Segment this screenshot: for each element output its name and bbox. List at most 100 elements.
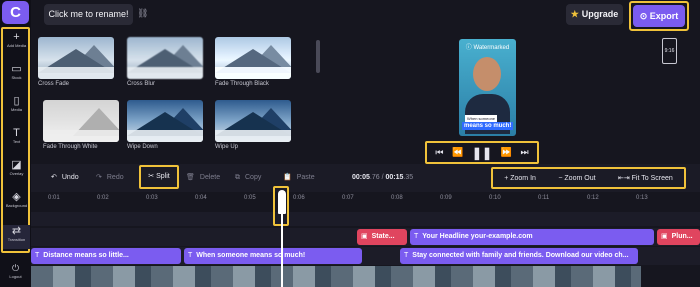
transition-thumbnail [215, 100, 291, 142]
clip-image-icon: ▣ [361, 233, 368, 240]
left-rail: C + Add Media ▭ Stock ▯ Media T Text ◪ O… [0, 0, 31, 287]
sidebar-item-label: Overlay [9, 171, 24, 176]
sidebar-item-label: Background [5, 203, 28, 208]
pause-icon[interactable]: ❚❚ [472, 146, 492, 160]
fit-to-screen-button[interactable]: ⇤⇥ Fit To Screen [618, 174, 673, 182]
delete-button[interactable]: 🗑 Delete [186, 164, 220, 192]
transition-tile-cross-blur[interactable]: Cross Blur [127, 37, 203, 87]
sidebar-item-media[interactable]: ▯ Media [3, 95, 30, 113]
redo-button[interactable]: ↷ Redo [96, 164, 124, 192]
sidebar-item-add-media[interactable]: + Add Media [3, 31, 30, 49]
clip-label: When someone means so much! [196, 252, 306, 259]
skip-to-start-icon[interactable]: ⏮ [435, 147, 443, 158]
playhead-line [281, 212, 283, 287]
undo-button[interactable]: ↶ Undo [51, 164, 79, 192]
sidebar-item-label: Transition [7, 237, 26, 242]
transition-thumbnail [215, 37, 291, 79]
watermark-label: ⓘ Watermarked [461, 42, 514, 51]
transition-thumbnail [38, 37, 114, 79]
scissors-icon: ✂ [148, 173, 157, 180]
upgrade-button[interactable]: ★ Upgrade [566, 4, 623, 25]
transition-tile-wipe-down[interactable]: Wipe Down [127, 100, 203, 150]
sidebar-item-text[interactable]: T Text [3, 127, 30, 145]
fast-forward-icon[interactable]: ⏩ [501, 147, 512, 158]
aspect-ratio-button[interactable]: 9:16 [662, 38, 677, 64]
ruler-tick: 0:12 [587, 195, 599, 201]
text-icon: T [188, 252, 193, 259]
star-icon: ★ [570, 9, 579, 19]
ruler-tick: 0:03 [146, 195, 158, 201]
video-preview[interactable]: ⓘ Watermarked When someone means so much… [459, 39, 516, 136]
transition-name: Wipe Up [215, 144, 239, 150]
zoom-out-button[interactable]: − Zoom Out [558, 175, 595, 182]
sidebar-item-transition[interactable]: ⇄ Transition [3, 225, 30, 249]
zoom-out-label: Zoom Out [564, 174, 596, 182]
text-icon: T [13, 127, 20, 139]
transition-thumbnail [43, 100, 119, 142]
skip-to-end-icon[interactable]: ⏭ [521, 147, 529, 158]
clip-label: State... [371, 233, 395, 240]
transition-tile-wipe-up[interactable]: Wipe Up [215, 100, 291, 150]
export-label: Export [649, 11, 679, 21]
transition-thumbnail [127, 100, 203, 142]
transition-tile-fade-through-black[interactable]: Fade Through Black [215, 37, 291, 87]
text-icon: T [35, 252, 40, 259]
undo-icon: ↶ [51, 174, 57, 181]
timeline-clip[interactable]: T Stay connected with family and friends.… [400, 248, 638, 264]
timeline-clip[interactable]: T Distance means so little... [31, 248, 181, 264]
timeline-clip[interactable]: T Your Headline your-example.com [410, 229, 654, 245]
library-scrollbar[interactable] [316, 40, 320, 73]
sidebar-item-label: Media [11, 107, 22, 112]
timeline-ruler[interactable]: 0:01 0:02 0:03 0:04 0:05 0:06 0:07 0:08 … [31, 192, 700, 208]
overlay-icon: ◪ [11, 159, 22, 171]
zoom-in-button[interactable]: + Zoom In [504, 175, 536, 182]
sidebar-item-logout[interactable]: ⏻ Logout [1, 262, 30, 279]
sidebar-item-label: Add Media [6, 43, 27, 48]
fit-icon: ⇤⇥ [617, 175, 632, 182]
playhead-handle[interactable] [278, 190, 286, 214]
layers-icon: ◈ [12, 191, 21, 203]
ruler-tick: 0:01 [48, 195, 60, 201]
sidebar-item-overlay[interactable]: ◪ Overlay [3, 159, 30, 177]
sidebar-item-label: Stock [11, 75, 22, 80]
copy-label: Copy [245, 174, 262, 181]
transition-name: Fade Through Black [215, 81, 269, 87]
project-name-button[interactable]: Click me to rename! [44, 4, 133, 25]
export-button[interactable]: ⊙ Export [633, 5, 685, 27]
copy-button[interactable]: ⧉ Copy [235, 164, 261, 192]
ruler-tick: 0:04 [195, 195, 207, 201]
sidebar-item-background[interactable]: ◈ Background [3, 191, 30, 209]
clip-label: Stay connected with family and friends. … [412, 252, 629, 259]
rewind-icon[interactable]: ⏪ [452, 147, 463, 158]
trash-icon: 🗑 [186, 174, 195, 181]
upgrade-label: Upgrade [581, 9, 619, 19]
timeline-clip[interactable]: ▣ Plun... [657, 229, 700, 245]
transition-thumbnail [127, 37, 203, 79]
sidebar-item-stock[interactable]: ▭ Stock [3, 63, 30, 81]
time-readout: 00:05.76 / 00:15.35 [352, 164, 413, 192]
delete-label: Delete [199, 174, 221, 181]
app-logo[interactable]: C [2, 1, 29, 24]
transition-tile-cross-fade[interactable]: Cross Fade [38, 37, 114, 87]
transition-name: Cross Blur [127, 81, 156, 87]
ruler-tick: 0:07 [342, 195, 354, 201]
unlink-icon[interactable]: ⛓ [137, 8, 148, 19]
redo-icon: ↷ [96, 174, 102, 181]
ruler-tick: 0:08 [391, 195, 403, 201]
video-track[interactable] [31, 266, 641, 287]
sidebar-nav-highlight: + Add Media ▭ Stock ▯ Media T Text ◪ Ove… [1, 27, 30, 253]
ruler-tick: 0:11 [538, 195, 550, 201]
clip-label: Your Headline your-example.com [422, 233, 533, 240]
split-button[interactable]: ✂ Split [139, 165, 179, 189]
export-highlight: ⊙ Export [629, 1, 689, 31]
timeline-clip[interactable]: T When someone means so much! [184, 248, 362, 264]
ruler-tick: 0:10 [489, 195, 501, 201]
total-time-fraction: .35 [403, 174, 414, 181]
zoom-in-label: Zoom In [510, 174, 536, 182]
media-icon: ▯ [13, 95, 20, 107]
text-icon: T [414, 233, 419, 240]
transition-tile-fade-through-white[interactable]: Fade Through White [43, 100, 119, 150]
clip-label: Plun... [671, 233, 693, 240]
timeline-clip[interactable]: ▣ State... [357, 229, 407, 245]
transition-name: Cross Fade [38, 81, 70, 87]
